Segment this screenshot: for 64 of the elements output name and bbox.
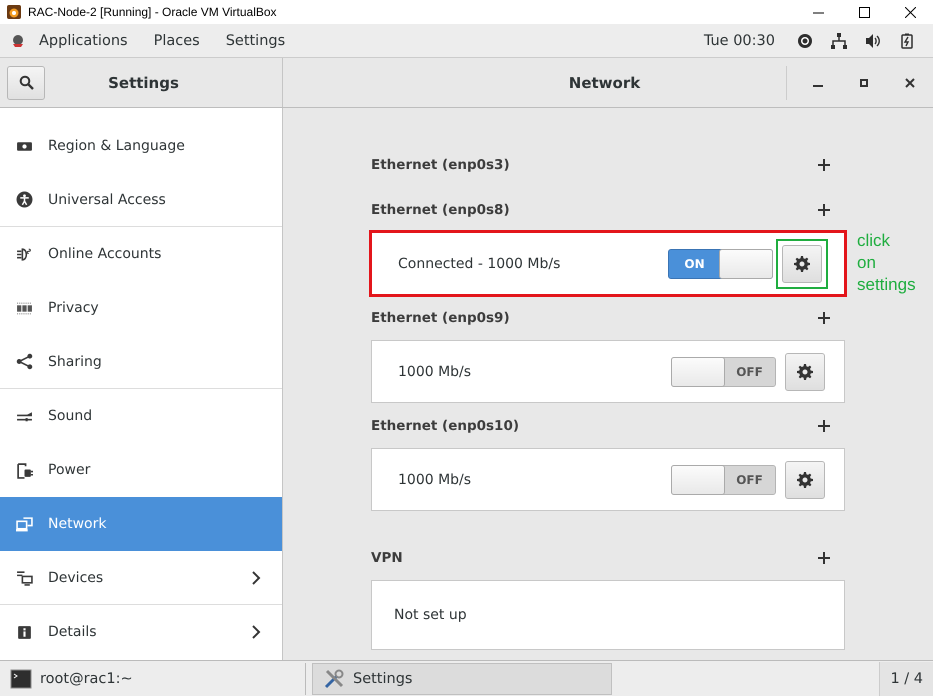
section-title: Ethernet (enp0s10) [371, 418, 520, 434]
vpn-status: Not set up [394, 607, 467, 623]
maximize-icon[interactable] [858, 6, 870, 18]
network-icon [16, 516, 33, 532]
gear-icon [797, 364, 813, 380]
sidebar-item[interactable]: Privacy [0, 281, 282, 335]
connection-status: 1000 Mb/s [398, 364, 472, 380]
battery-icon[interactable] [899, 32, 915, 48]
add-icon[interactable] [817, 310, 831, 324]
section-title: Ethernet (enp0s9) [371, 310, 510, 326]
toggle-switch[interactable]: OFF [671, 464, 776, 494]
terminal-icon [10, 668, 32, 690]
sharing-icon [16, 353, 33, 370]
sidebar-item[interactable]: Region & Language [0, 119, 282, 173]
sidebar-item[interactable]: Universal Access [0, 173, 282, 227]
settings-button[interactable] [785, 352, 825, 390]
power-icon [16, 462, 33, 478]
volume-icon[interactable] [865, 32, 881, 48]
close-icon[interactable] [905, 78, 915, 88]
settings-button[interactable] [782, 244, 822, 282]
taskbar-item[interactable]: Settings [312, 662, 612, 694]
access-icon [16, 191, 33, 208]
sidebar-item[interactable]: Details [0, 605, 282, 659]
panel-title: Network [568, 74, 642, 92]
sidebar-item[interactable]: Sharing [0, 335, 282, 389]
sidebar-item[interactable]: Devices [0, 551, 282, 605]
chevron-icon [250, 624, 262, 640]
network-icon[interactable] [831, 32, 847, 48]
add-icon[interactable] [817, 202, 831, 216]
section-title: VPN [371, 550, 403, 566]
tools-icon [323, 668, 345, 690]
add-icon[interactable] [817, 418, 831, 432]
sidebar-item[interactable]: Sound [0, 389, 282, 443]
connection-status: Connected - 1000 Mb/s [398, 256, 562, 272]
app-icon [6, 4, 22, 20]
taskbar-item[interactable]: root@rac1:~ [0, 662, 306, 694]
toggle-switch[interactable]: OFF [671, 356, 776, 386]
connection-status: 1000 Mb/s [398, 472, 472, 488]
settings-button[interactable] [785, 460, 825, 498]
menu-item[interactable]: Settings [212, 32, 298, 48]
menu-item[interactable]: Applications [26, 32, 141, 48]
sidebar-item[interactable]: Power [0, 443, 282, 497]
sidebar-title: Settings [107, 74, 180, 92]
menu-item[interactable]: Places [140, 32, 213, 48]
workspace-indicator[interactable]: 1 / 4 [879, 662, 933, 696]
maximize-icon[interactable] [860, 78, 868, 86]
search-icon [18, 75, 34, 90]
annotation-text: click on settings [857, 230, 916, 296]
devices-icon [16, 569, 33, 586]
clock[interactable]: Tue 00:30 [704, 32, 775, 48]
privacy-icon [16, 300, 33, 316]
close-icon[interactable] [904, 6, 916, 18]
gear-icon [794, 256, 810, 272]
window-title: RAC-Node-2 [Running] - Oracle VM VirtualBox [28, 5, 278, 19]
add-icon[interactable] [817, 158, 831, 172]
record-icon[interactable] [797, 32, 813, 48]
section-title: Ethernet (enp0s8) [371, 202, 510, 218]
search-button[interactable] [7, 66, 45, 100]
sidebar-item[interactable]: Online Accounts [0, 227, 282, 281]
chevron-icon [250, 570, 262, 586]
add-icon[interactable] [817, 550, 831, 564]
section-title: Ethernet (enp0s3) [371, 156, 510, 172]
details-icon [16, 624, 33, 640]
gear-icon [797, 472, 813, 488]
